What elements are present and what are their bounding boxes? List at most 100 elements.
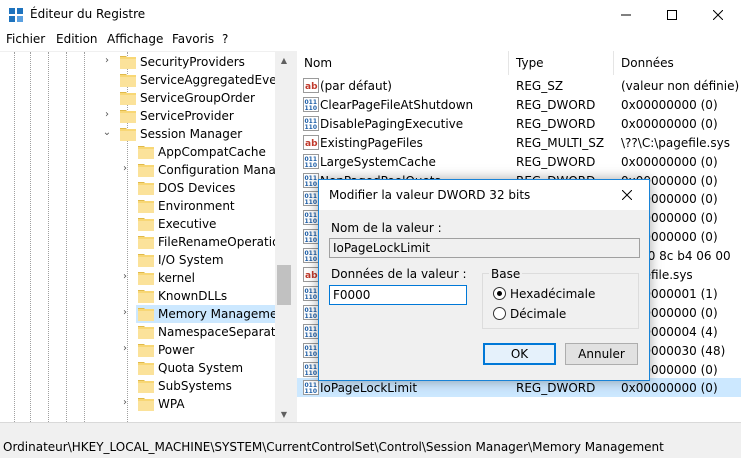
svg-text:110: 110 (305, 332, 318, 339)
tree-item[interactable]: › WPA (0, 395, 275, 413)
close-button[interactable] (695, 0, 741, 30)
binary-value-icon: 011 110 (303, 115, 319, 131)
folder-icon (138, 218, 154, 231)
table-row[interactable]: ab ExistingPageFiles REG_MULTI_SZ \??\C:\pa… (297, 133, 741, 152)
binary-value-icon: 011 110 (303, 285, 319, 301)
value-data-input[interactable] (329, 285, 467, 305)
menu-edition[interactable]: Edition (56, 32, 98, 46)
table-row[interactable]: ab (par défaut) REG_SZ (valeur non définie) (297, 76, 741, 95)
table-row[interactable]: 011 110 IoPageLockLimit REG_DWORD 0x0000000… (297, 378, 741, 398)
column-header-type[interactable]: Type (509, 51, 614, 75)
close-icon (622, 190, 632, 200)
window-title: Éditeur du Registre (30, 7, 146, 21)
tree-item[interactable]: FileRenameOperation (0, 233, 287, 251)
dialog-title-bar[interactable]: Modifier la valeur DWORD 32 bits (319, 180, 649, 210)
title-bar[interactable]: Éditeur du Registre (0, 0, 741, 30)
svg-text:110: 110 (305, 105, 318, 112)
tree-item[interactable]: SubSystems (0, 377, 275, 395)
column-header-data[interactable]: Données (614, 51, 741, 75)
key-tree-pane[interactable]: › SecurityProviders ServiceAggregatedEve… (0, 51, 293, 422)
tree-item[interactable]: › SecurityProviders (0, 53, 275, 71)
folder-icon (138, 362, 154, 375)
tree-item-label: kernel (158, 271, 195, 285)
dialog-close-button[interactable] (605, 180, 649, 210)
value-data-label: Données de la valeur : (331, 267, 467, 281)
tree-item[interactable]: ServiceGroupOrder (0, 89, 275, 107)
chevron-right-icon[interactable]: › (120, 344, 130, 354)
close-icon (713, 10, 723, 20)
tree-item[interactable]: › Configuration Manag (0, 161, 283, 179)
folder-icon (138, 344, 154, 357)
edit-dword-dialog: Modifier la valeur DWORD 32 bits Nom de … (318, 179, 650, 381)
binary-value-icon: 011 110 (303, 229, 319, 245)
radio-decimal[interactable] (493, 307, 506, 320)
maximize-button[interactable] (649, 0, 695, 30)
value-name-field: IoPageLockLimit (329, 238, 640, 258)
table-row[interactable]: 011 110 DisablePagingExecutive REG_DWORD 0x… (297, 114, 741, 133)
table-row[interactable]: 011 110 ClearPageFileAtShutdown REG_DWORD 0… (297, 95, 741, 114)
svg-text:ab: ab (305, 139, 318, 149)
svg-text:110: 110 (305, 370, 318, 377)
chevron-right-icon[interactable]: › (120, 164, 130, 174)
tree-item[interactable]: ⌄ Session Manager (0, 125, 275, 143)
svg-text:110: 110 (305, 124, 318, 131)
tree-item[interactable]: I/O System (0, 251, 275, 269)
folder-icon (138, 398, 154, 411)
tree-item-label: I/O System (158, 253, 224, 267)
menu-favoris[interactable]: Favoris (172, 32, 214, 46)
svg-text:110: 110 (305, 256, 318, 263)
tree-item[interactable]: KnownDLLs (0, 287, 275, 305)
tree-item[interactable]: › Memory Managemen (123, 305, 285, 323)
scroll-thumb[interactable] (277, 265, 291, 305)
status-bar: Ordinateur\HKEY_LOCAL_MACHINE\SYSTEM\Cur… (0, 422, 741, 458)
value-name-label: Nom de la valeur : (331, 221, 442, 235)
chevron-right-icon[interactable]: › (102, 110, 112, 120)
folder-icon (138, 200, 154, 213)
radio-decimal-label[interactable]: Décimale (510, 307, 566, 321)
column-header-name[interactable]: Nom (297, 51, 509, 75)
binary-value-icon: 011 110 (303, 248, 319, 264)
scroll-down-icon[interactable]: ▼ (275, 406, 293, 422)
folder-icon (138, 308, 154, 321)
tree-item[interactable]: Executive (0, 215, 275, 233)
tree-item[interactable]: NamespaceSeparation (0, 323, 293, 341)
chevron-right-icon[interactable]: › (120, 398, 130, 408)
binary-value-icon: 011 110 (303, 210, 319, 226)
tree-item-label: Environment (158, 199, 235, 213)
radio-hexadecimal[interactable] (493, 287, 506, 300)
value-type: REG_SZ (516, 79, 564, 93)
table-row[interactable]: 011 110 LargeSystemCache REG_DWORD 0x000000… (297, 152, 741, 171)
menu-fichier[interactable]: Fichier (6, 32, 45, 46)
tree-item-label: Power (158, 343, 195, 357)
cancel-button[interactable]: Annuler (565, 343, 638, 365)
scroll-up-icon[interactable]: ▲ (275, 52, 293, 69)
binary-value-icon: 011 110 (303, 96, 319, 112)
status-path: Ordinateur\HKEY_LOCAL_MACHINE\SYSTEM\Cur… (3, 440, 664, 454)
tree-item[interactable]: ServiceAggregatedEvents (0, 71, 293, 89)
value-data: 0x00000000 (0) (621, 116, 718, 131)
menu-help[interactable]: ? (222, 32, 228, 46)
tree-item[interactable]: › Power (0, 341, 275, 359)
chevron-right-icon[interactable]: › (120, 272, 130, 282)
chevron-right-icon[interactable]: › (120, 308, 130, 318)
tree-item[interactable]: › ServiceProvider (0, 107, 275, 125)
tree-item[interactable]: DOS Devices (0, 179, 275, 197)
tree-vertical-scrollbar[interactable]: ▲ ▼ (275, 52, 293, 422)
chevron-right-icon[interactable]: › (102, 56, 112, 66)
svg-text:110: 110 (305, 351, 318, 358)
chevron-down-icon[interactable]: ⌄ (102, 128, 112, 138)
radio-hexadecimal-label[interactable]: Hexadécimale (510, 287, 595, 301)
tree-item-label: NamespaceSeparation (158, 325, 293, 339)
string-value-icon: ab (303, 78, 319, 93)
tree-item[interactable]: Quota System (0, 359, 275, 377)
tree-item[interactable]: Environment (0, 197, 275, 215)
binary-value-icon: 011 110 (303, 191, 319, 207)
folder-icon (138, 326, 154, 339)
ok-button[interactable]: OK (483, 343, 556, 365)
tree-item[interactable]: › kernel (0, 269, 275, 287)
menu-affichage[interactable]: Affichage (107, 32, 163, 46)
minimize-button[interactable] (603, 0, 649, 30)
folder-icon (138, 182, 154, 195)
tree-item[interactable]: AppCompatCache (0, 143, 275, 161)
binary-value-icon: 011 110 (303, 323, 319, 339)
